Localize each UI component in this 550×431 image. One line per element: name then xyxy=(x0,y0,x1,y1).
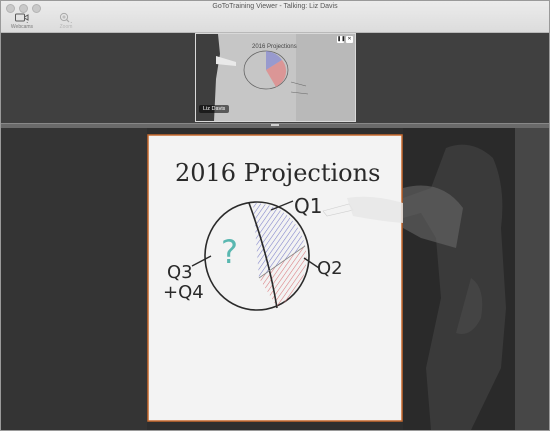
right-panel-edge xyxy=(515,128,549,430)
whiteboard-label-q2: Q2 xyxy=(317,258,343,279)
close-icon[interactable]: ✕ xyxy=(346,36,353,43)
main-video-feed: 2016 Projections ? Q1 Q2 Q3 +Q4 xyxy=(1,128,549,430)
whiteboard-title: 2016 Projections xyxy=(175,159,380,187)
whiteboard-label-q4: +Q4 xyxy=(163,282,204,303)
presenter-name-badge: Liz Davis xyxy=(199,105,230,113)
title-bar: GoToTraining Viewer - Talking: Liz Davis… xyxy=(1,1,549,33)
webcams-label: Webcams xyxy=(10,24,34,30)
zoom-button[interactable]: Zoom xyxy=(51,11,81,30)
pause-icon[interactable]: ❚❚ xyxy=(337,36,345,43)
divider-handle[interactable] xyxy=(271,124,279,126)
whiteboard-label-q3: Q3 xyxy=(167,262,193,283)
zoom-icon xyxy=(51,11,81,23)
zoom-label: Zoom xyxy=(59,24,73,30)
main-video-area: 2016 Projections ? Q1 Q2 Q3 +Q4 xyxy=(1,128,549,430)
video-camera-icon xyxy=(7,11,37,23)
window-title: GoToTraining Viewer - Talking: Liz Davis xyxy=(212,3,338,10)
whiteboard-unknown-mark: ? xyxy=(221,233,238,271)
viewer-window: GoToTraining Viewer - Talking: Liz Davis… xyxy=(0,0,550,431)
whiteboard-label-q1: Q1 xyxy=(294,194,322,218)
presenter-thumbnail[interactable]: 2016 Projections ❚❚ ✕ Liz Davis xyxy=(195,33,356,122)
webcams-button[interactable]: Webcams xyxy=(7,11,37,30)
thumbnail-board-title: 2016 Projections xyxy=(252,44,297,50)
webcam-thumbnail-strip: 2016 Projections ❚❚ ✕ Liz Davis xyxy=(1,33,549,123)
